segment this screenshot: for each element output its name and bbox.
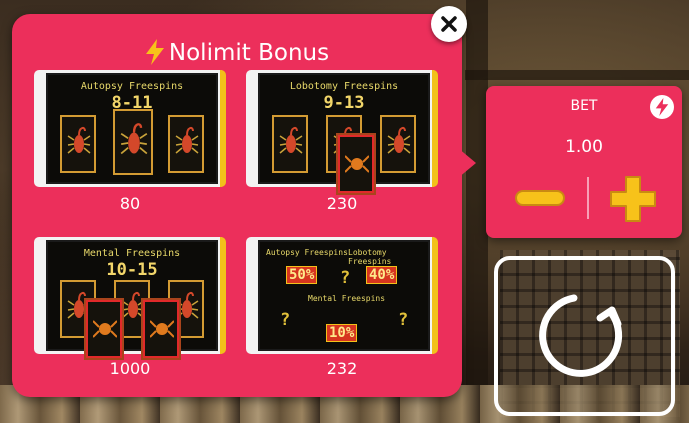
- spider-icon: [93, 320, 117, 338]
- card-name: Mental Freespins: [83, 248, 181, 259]
- background-beam: [466, 0, 488, 423]
- scorpion-tile: [168, 115, 204, 173]
- bonus-bolt-button[interactable]: [650, 95, 674, 119]
- card-price: 232: [326, 359, 358, 378]
- bonus-card-autopsy[interactable]: Autopsy Freespins 8-11: [34, 70, 226, 187]
- background-beam: [465, 70, 689, 80]
- scorpion-icon: [120, 123, 148, 155]
- scorpion-tile: [380, 115, 416, 173]
- spin-arrow-icon: [539, 294, 623, 377]
- card-range: 9-13: [323, 93, 365, 113]
- panel-title: Nolimit Bonus: [12, 38, 462, 73]
- card-price: 80: [119, 194, 141, 213]
- spin-button[interactable]: [494, 256, 675, 416]
- close-icon: [441, 16, 457, 32]
- close-button[interactable]: [431, 6, 467, 42]
- card-art: Lobotomy Freespins 9-13: [260, 75, 428, 193]
- spider-tile: [86, 300, 122, 358]
- card-art: Autopsy Freespins Lobotomy Freespins 50%…: [260, 242, 428, 349]
- scorpion-icon: [279, 126, 303, 154]
- bonus-panel: Nolimit Bonus Autopsy Freespins 8-11 80 …: [12, 14, 462, 397]
- odds-label-lobotomy: Lobotomy Freespins: [348, 248, 392, 266]
- card-price: 230: [326, 194, 358, 213]
- card-name: Autopsy Freespins: [80, 81, 184, 92]
- increase-bet-button[interactable]: [608, 174, 658, 224]
- bet-panel: BET 1.00: [486, 86, 682, 238]
- plus-icon: [610, 176, 656, 222]
- odds-mental: 10%: [326, 324, 358, 342]
- odds-label-mental: Mental Freespins: [308, 294, 386, 303]
- spider-tile: [338, 135, 374, 193]
- scorpion-tile: [113, 109, 153, 175]
- scorpion-icon: [387, 126, 411, 154]
- odds-label-autopsy: Autopsy Freespins: [266, 248, 348, 257]
- question-mark: ?: [280, 310, 291, 330]
- scorpion-tile: [60, 115, 96, 173]
- card-art: Mental Freespins 10-15: [48, 242, 216, 358]
- spider-icon: [345, 155, 369, 173]
- panel-title-text: Nolimit Bonus: [168, 40, 330, 66]
- minus-icon: [515, 190, 565, 206]
- question-mark: ?: [340, 268, 351, 288]
- scorpion-tile: [272, 115, 308, 173]
- odds-autopsy: 50%: [286, 266, 318, 284]
- bet-divider: [587, 177, 589, 219]
- spider-tile: [143, 300, 179, 358]
- odds-lobotomy: 40%: [366, 266, 398, 284]
- card-price: 1000: [109, 359, 151, 378]
- bonus-card-lobotomy[interactable]: Lobotomy Freespins 9-13: [246, 70, 438, 193]
- card-range: 10-15: [106, 260, 158, 280]
- bonus-card-random[interactable]: Autopsy Freespins Lobotomy Freespins 50%…: [246, 237, 438, 354]
- spider-icon: [150, 320, 174, 338]
- card-name: Lobotomy Freespins: [289, 81, 399, 92]
- lightning-bolt-icon: [655, 98, 669, 116]
- bonus-card-mental[interactable]: Mental Freespins 10-15: [34, 237, 226, 358]
- scorpion-icon: [175, 126, 199, 154]
- scorpion-icon: [121, 291, 145, 319]
- card-art: Autopsy Freespins 8-11: [48, 75, 216, 182]
- scorpion-icon: [67, 126, 91, 154]
- question-mark: ?: [398, 310, 409, 330]
- panel-pointer: [458, 148, 476, 178]
- lightning-bolt-icon: [145, 39, 165, 73]
- bet-value: 1.00: [565, 137, 603, 157]
- decrease-bet-button[interactable]: [515, 186, 565, 210]
